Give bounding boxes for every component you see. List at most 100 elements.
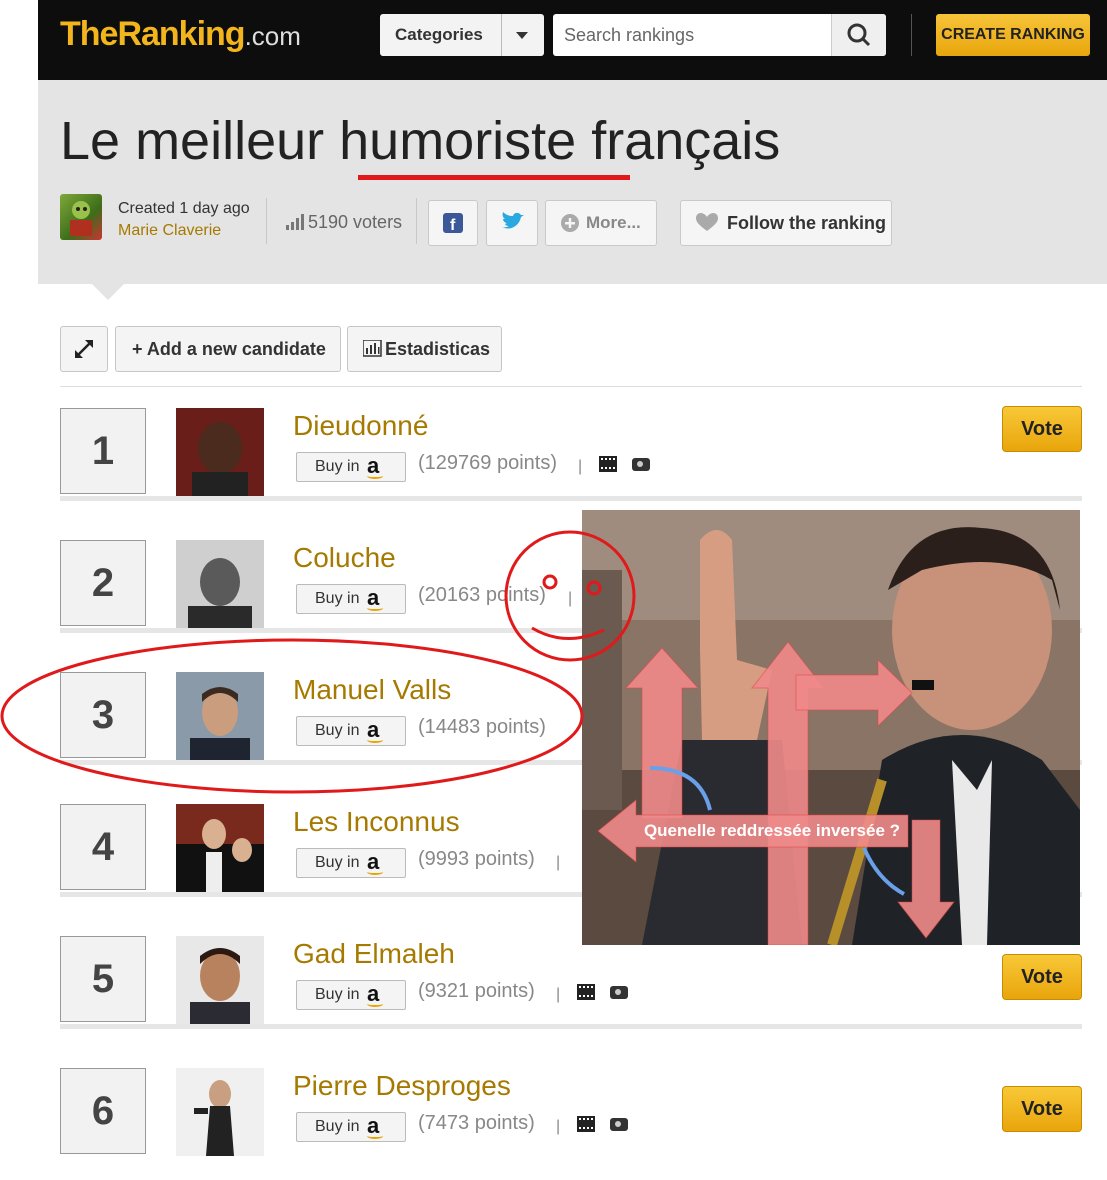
red-underline-annotation	[358, 175, 630, 180]
chevron-down-icon	[516, 32, 528, 39]
signal-bars-icon	[286, 214, 304, 230]
buy-amazon-button[interactable]: Buy in a	[296, 1112, 406, 1142]
expand-button[interactable]	[60, 326, 108, 372]
camera-icon[interactable]	[610, 986, 628, 999]
voters-count: 5190 voters	[286, 212, 402, 233]
candidate-photo[interactable]	[176, 540, 264, 628]
page-title: Le meilleur humoriste français	[60, 111, 781, 171]
amazon-smile	[367, 473, 383, 479]
rank-badge: 5	[60, 936, 146, 1022]
avatar[interactable]	[60, 194, 102, 240]
candidate-name[interactable]: Dieudonné	[293, 410, 428, 442]
candidate-points: (20163 points)	[418, 584, 546, 606]
logo-main: TheRanking	[60, 15, 246, 53]
candidate-name[interactable]: Manuel Valls	[293, 674, 451, 706]
divider	[266, 198, 267, 244]
create-ranking-button[interactable]: CREATE RANKING	[936, 14, 1090, 56]
author-link[interactable]: Marie Claverie	[118, 222, 221, 240]
candidate-photo[interactable]	[176, 1068, 264, 1156]
row-divider	[60, 1024, 1082, 1029]
add-candidate-label: + Add a new candidate	[132, 339, 326, 359]
add-candidate-button[interactable]: + Add a new candidate	[115, 326, 341, 372]
vote-button[interactable]: Vote	[1002, 1086, 1082, 1132]
ranking-row: 1 Dieudonné Buy in a (129769 points) | Vo…	[60, 388, 1082, 520]
candidate-points: (7473 points)	[418, 1112, 535, 1134]
twitter-share-button[interactable]	[486, 200, 538, 246]
amazon-smile	[367, 1001, 383, 1007]
separator: |	[568, 590, 573, 607]
vote-button[interactable]: Vote	[1002, 954, 1082, 1000]
candidate-points: (9993 points)	[418, 848, 535, 870]
buy-amazon-button[interactable]: Buy in a	[296, 452, 406, 482]
amazon-smile	[367, 605, 383, 611]
search-input[interactable]: Search rankings	[564, 25, 694, 46]
more-label: More...	[586, 213, 641, 232]
buy-amazon-button[interactable]: Buy in a	[296, 584, 406, 614]
separator: |	[556, 986, 561, 1003]
candidate-photo[interactable]	[176, 672, 264, 760]
candidate-name[interactable]: Gad Elmaleh	[293, 938, 455, 970]
video-icon[interactable]	[577, 984, 595, 1000]
video-icon[interactable]	[599, 456, 617, 472]
rank-badge: 2	[60, 540, 146, 626]
ranking-row: 6 Pierre Desproges Buy in a (7473 points)…	[60, 1048, 1082, 1180]
candidate-name[interactable]: Pierre Desproges	[293, 1070, 511, 1102]
header-pointer	[92, 284, 124, 300]
nav-divider	[911, 14, 912, 56]
amazon-smile	[367, 1133, 383, 1139]
search-box[interactable]: Search rankings	[553, 14, 886, 56]
buy-label: Buy in	[315, 722, 360, 739]
buy-label: Buy in	[315, 458, 360, 475]
rank-badge: 6	[60, 1068, 146, 1154]
follow-label: Follow the ranking	[727, 213, 887, 233]
divider	[416, 198, 417, 244]
statistics-button[interactable]: Estadisticas	[347, 326, 502, 372]
buy-amazon-button[interactable]: Buy in a	[296, 716, 406, 746]
plus-icon	[561, 214, 579, 232]
expand-icon	[75, 340, 93, 358]
search-icon	[847, 23, 871, 47]
separator: |	[556, 1118, 561, 1135]
candidate-photo[interactable]	[176, 804, 264, 892]
candidate-points: (9321 points)	[418, 980, 535, 1002]
rank-number: 2	[91, 561, 115, 605]
categories-dropdown[interactable]: Categories	[380, 14, 544, 56]
search-button[interactable]	[831, 14, 886, 56]
candidate-photo[interactable]	[176, 936, 264, 1024]
rank-number: 1	[91, 429, 115, 473]
created-date: Created 1 day ago	[118, 200, 250, 217]
buy-amazon-button[interactable]: Buy in a	[296, 980, 406, 1010]
buy-label: Buy in	[315, 1118, 360, 1135]
camera-icon[interactable]	[632, 458, 650, 471]
amazon-smile	[367, 869, 383, 875]
candidate-points: (129769 points)	[418, 452, 557, 474]
rank-number: 4	[91, 825, 115, 869]
camera-icon[interactable]	[610, 1118, 628, 1131]
video-icon[interactable]	[577, 1116, 595, 1132]
facebook-share-button[interactable]: f	[428, 200, 478, 246]
rank-badge: 4	[60, 804, 146, 890]
follow-ranking-button[interactable]: Follow the ranking	[680, 200, 892, 246]
buy-amazon-button[interactable]: Buy in a	[296, 848, 406, 878]
candidate-name[interactable]: Les Inconnus	[293, 806, 460, 838]
twitter-icon	[502, 212, 524, 229]
buy-label: Buy in	[315, 986, 360, 1003]
statistics-label: Estadisticas	[385, 339, 491, 359]
voters-label: 5190 voters	[308, 212, 403, 232]
candidate-photo[interactable]	[176, 408, 264, 496]
buy-label: Buy in	[315, 590, 360, 607]
separator: |	[578, 458, 583, 475]
rank-badge: 1	[60, 408, 146, 494]
vote-button[interactable]: Vote	[1002, 406, 1082, 452]
candidate-name[interactable]: Coluche	[293, 542, 396, 574]
categories-label: Categories	[395, 25, 483, 44]
rank-number: 3	[91, 693, 115, 737]
site-logo[interactable]: TheRanking.com	[60, 15, 301, 54]
more-share-button[interactable]: More...	[545, 200, 657, 246]
rank-badge: 3	[60, 672, 146, 758]
rank-number: 6	[91, 1089, 115, 1133]
ranking-header: Le meilleur humoriste français Created 1…	[38, 80, 1107, 300]
chart-icon	[363, 340, 382, 357]
separator: |	[556, 854, 561, 871]
logo-domain: .com	[244, 21, 301, 51]
